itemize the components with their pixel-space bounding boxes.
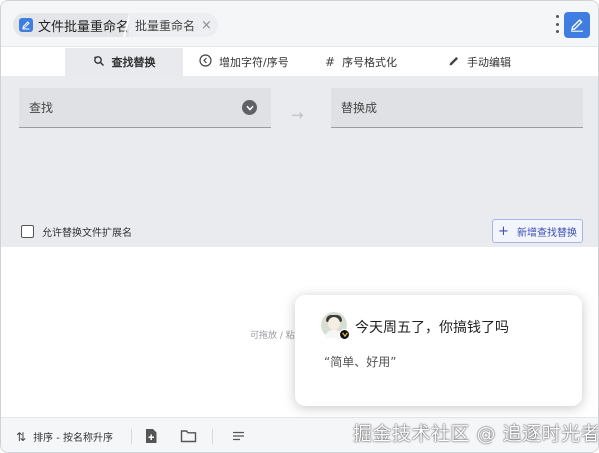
close-icon[interactable]: × [201, 19, 212, 32]
divider [212, 429, 213, 444]
tab-add-chars[interactable]: 增加字符/序号 [199, 48, 289, 76]
add-find-replace-label: 新增查找替换 [516, 227, 577, 239]
more-options-icon[interactable] [553, 15, 561, 33]
pencil-icon [448, 55, 460, 70]
sort-label: 排序 - 按名称升序 [33, 433, 114, 444]
folder-icon[interactable] [179, 427, 197, 445]
tab-find-replace-label: 查找替换 [111, 56, 156, 69]
popup-quote: “简单、好用” [324, 355, 397, 369]
add-circle-icon [199, 54, 212, 70]
popup-title: 今天周五了，你搞钱了吗 [355, 320, 509, 336]
replace-input[interactable]: 替换成 [331, 88, 583, 128]
find-replace-panel: 查找 → 替换成 允许替换文件扩展名 + 新增查找替换 [1, 76, 598, 247]
chevron-down-icon[interactable] [242, 100, 257, 115]
allow-extension-checkbox[interactable] [21, 225, 34, 238]
tab-add-chars-label: 增加字符/序号 [219, 56, 289, 69]
allow-extension-option[interactable]: 允许替换文件扩展名 [21, 224, 132, 239]
tab-number-format-label: 序号格式化 [342, 56, 398, 69]
sort-icon: ⇅ [16, 429, 27, 444]
tab-batch-rename[interactable]: 批量重命名 × [129, 13, 218, 37]
popup-card[interactable]: 今天周五了，你搞钱了吗 “简单、好用” [295, 295, 582, 406]
search-replace-icon [93, 55, 105, 70]
add-find-replace-button[interactable]: + 新增查找替换 [492, 219, 583, 243]
allow-extension-label: 允许替换文件扩展名 [42, 228, 132, 239]
arrow-right-icon: → [291, 106, 304, 124]
list-icon[interactable] [229, 427, 247, 445]
plus-icon: + [498, 223, 509, 239]
avatar [321, 312, 350, 340]
divider [131, 429, 132, 444]
app-title: 文件批量重命名 [38, 19, 130, 35]
app-edit-icon [19, 18, 33, 32]
tab-number-format[interactable]: # 序号格式化 [325, 48, 397, 76]
title-bar: 文件批量重命名 批量重命名 × [1, 1, 598, 47]
edit-button[interactable] [564, 12, 590, 38]
verified-badge-icon [339, 329, 350, 340]
find-placeholder: 查找 [29, 101, 54, 115]
watermark: 掘金技术社区 @ 追逐时光者 [353, 423, 599, 445]
tab-manual-edit-label: 手动编辑 [467, 56, 511, 69]
tab-batch-rename-label: 批量重命名 [135, 18, 196, 33]
add-file-icon[interactable] [142, 427, 160, 445]
app-window: 文件批量重命名 批量重命名 × 查找替换 增加字符/序号 # 序号格式化 手动编… [0, 0, 599, 453]
find-input[interactable]: 查找 [19, 88, 271, 128]
breadcrumb-app[interactable]: 文件批量重命名 [13, 13, 138, 37]
tab-manual-edit[interactable]: 手动编辑 [448, 48, 511, 76]
mode-tabs: 查找替换 增加字符/序号 # 序号格式化 手动编辑 [1, 48, 598, 76]
hash-icon: # [325, 55, 336, 69]
sort-button[interactable]: ⇅ 排序 - 按名称升序 [16, 429, 114, 445]
replace-placeholder: 替换成 [341, 101, 378, 115]
tab-find-replace[interactable]: 查找替换 [65, 48, 183, 76]
pencil-icon [571, 19, 583, 32]
